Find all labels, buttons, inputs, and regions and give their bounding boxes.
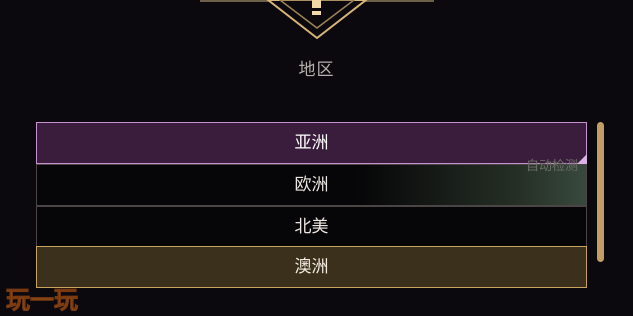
- region-option-europe[interactable]: 欧洲 自动检测: [36, 159, 587, 206]
- region-option-north-america[interactable]: 北美: [36, 206, 587, 248]
- region-option-asia[interactable]: 亚洲: [36, 122, 587, 164]
- region-option-label: 澳洲: [294, 257, 329, 277]
- diamond-ornament-icon: [200, 0, 434, 40]
- scrollbar-thumb[interactable]: [597, 122, 604, 262]
- region-option-label: 欧洲: [294, 175, 329, 195]
- region-list-scrollbar[interactable]: [597, 122, 605, 262]
- auto-detect-badge: 自动检测: [525, 159, 578, 174]
- region-section-title: 地区: [298, 60, 335, 80]
- region-option-label: 北美: [294, 217, 329, 237]
- region-option-oceania[interactable]: 澳洲: [36, 246, 587, 288]
- region-option-list: 亚洲 欧洲 自动检测 北美 澳洲: [36, 122, 587, 288]
- watermark-text: 玩一玩: [6, 286, 78, 314]
- region-option-label: 亚洲: [294, 133, 329, 153]
- selected-corner-icon: [577, 154, 587, 164]
- site-watermark-logo: 玩一玩: [6, 286, 78, 314]
